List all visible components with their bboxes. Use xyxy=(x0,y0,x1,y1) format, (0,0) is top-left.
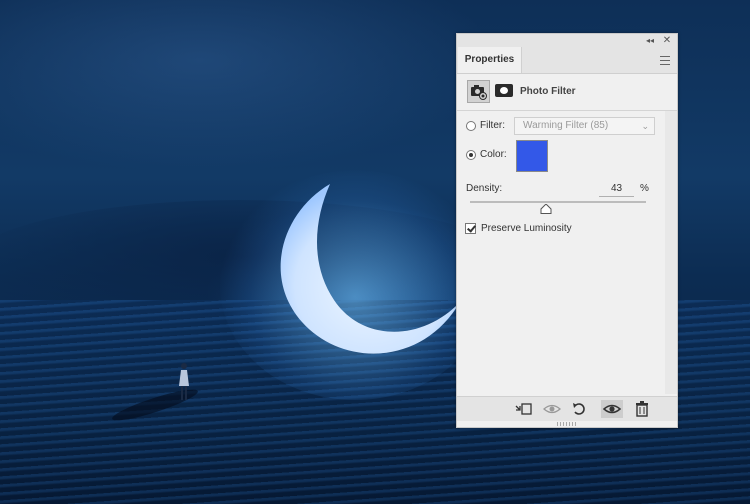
color-swatch[interactable] xyxy=(516,140,548,172)
collapse-double-arrow-icon[interactable]: ◂◂ xyxy=(643,34,657,47)
trash-icon[interactable] xyxy=(631,400,653,418)
filter-value: Warming Filter (85) xyxy=(523,120,609,131)
adjustment-layer-button[interactable] xyxy=(467,80,490,103)
reset-icon[interactable] xyxy=(569,400,591,418)
layer-mask-icon[interactable] xyxy=(495,84,513,97)
color-label: Color: xyxy=(480,149,507,160)
camera-adjustment-icon xyxy=(471,85,487,100)
filter-label: Filter: xyxy=(480,120,505,131)
adjustment-title: Photo Filter xyxy=(520,86,576,97)
close-icon[interactable]: ✕ xyxy=(660,34,674,47)
panel-tabbar: Properties xyxy=(457,47,677,74)
clip-to-layer-icon[interactable] xyxy=(513,400,535,418)
properties-panel: ◂◂ ✕ Properties Photo Filter Filter: War… xyxy=(456,33,678,428)
filter-radio[interactable] xyxy=(466,121,476,131)
density-slider-track[interactable] xyxy=(470,201,646,203)
divider xyxy=(457,110,677,111)
density-slider-thumb[interactable] xyxy=(540,204,552,214)
panel-titlebar: ◂◂ ✕ xyxy=(457,34,677,47)
view-previous-state-icon[interactable] xyxy=(541,400,563,418)
density-input[interactable]: 43 xyxy=(599,183,634,197)
preserve-luminosity-label: Preserve Luminosity xyxy=(481,223,572,234)
color-radio[interactable] xyxy=(466,150,476,160)
resize-grip[interactable] xyxy=(557,422,577,426)
panel-bottom-toolbar xyxy=(457,396,677,421)
filter-dropdown[interactable]: Warming Filter (85) ⌄ xyxy=(514,117,655,135)
crescent-moon xyxy=(280,184,460,354)
panel-scrollbar[interactable] xyxy=(665,111,677,394)
density-label: Density: xyxy=(466,183,503,194)
density-unit: % xyxy=(640,183,649,194)
tab-properties[interactable]: Properties xyxy=(458,47,522,73)
adjustment-header: Photo Filter xyxy=(465,80,665,104)
chevron-down-icon: ⌄ xyxy=(641,121,649,131)
visibility-eye-icon[interactable] xyxy=(601,400,623,418)
walking-figure xyxy=(179,363,189,400)
preserve-luminosity-checkbox[interactable] xyxy=(465,223,476,234)
panel-menu-icon[interactable] xyxy=(660,56,670,65)
